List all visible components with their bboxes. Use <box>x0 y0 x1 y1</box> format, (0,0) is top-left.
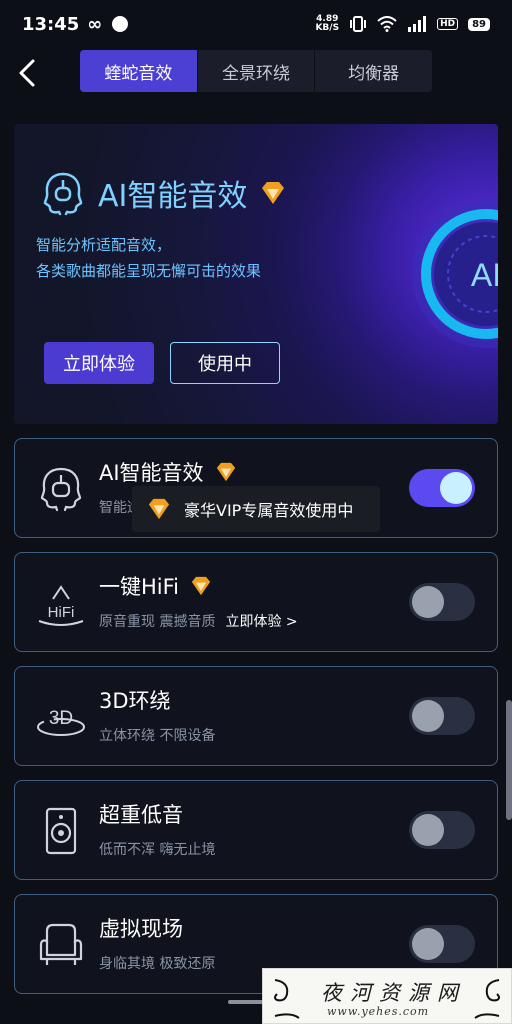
status-bar: 13:45 ∞ 4.89 KB/S HD 89 <box>0 0 512 48</box>
vip-diamond-icon <box>191 576 211 596</box>
effect-card-hifi[interactable]: HiFi 一键HiFi 原音重现 震撼音质 立即体验 > <box>14 552 498 652</box>
3d-surround-toggle[interactable] <box>409 697 475 735</box>
vip-diamond-icon <box>148 498 170 520</box>
speaker-icon <box>45 807 77 855</box>
signal-icon <box>408 16 427 32</box>
bass-toggle[interactable] <box>409 811 475 849</box>
card-subtitle-text: 原音重现 震撼音质 <box>99 614 216 630</box>
card-title: 超重低音 <box>99 799 183 829</box>
card-title: 虚拟现场 <box>99 913 183 943</box>
banner-desc-line2: 各类歌曲都能呈现无懈可击的效果 <box>36 262 262 280</box>
back-button[interactable] <box>10 56 44 90</box>
try-now-button[interactable]: 立即体验 <box>44 342 154 384</box>
chevron-left-icon <box>19 59 35 87</box>
chat-bubble-icon <box>112 16 129 32</box>
top-navigation: 蝰蛇音效 全景环绕 均衡器 <box>0 48 512 102</box>
banner-description: 智能分析适配音效， 各类歌曲都能呈现无懈可击的效果 <box>36 232 336 284</box>
hifi-icon: HiFi <box>38 585 84 626</box>
virtual-live-toggle[interactable] <box>409 925 475 963</box>
effect-card-3d[interactable]: 3D 3D环绕 立体环绕 不限设备 <box>14 666 498 766</box>
watermark: 夜河资源网 www.yehes.com <box>262 968 512 1024</box>
battery-icon: 89 <box>468 17 490 31</box>
toggle-knob <box>412 928 444 960</box>
tab-equalizer[interactable]: 均衡器 <box>315 50 432 92</box>
ai-effect-toggle[interactable] <box>409 469 475 507</box>
status-time: 13:45 <box>22 13 80 35</box>
card-title-text: AI智能音效 <box>99 461 204 485</box>
card-title: AI智能音效 <box>99 457 238 487</box>
try-now-link[interactable]: 立即体验 > <box>225 614 297 630</box>
card-title-text: 一键HiFi <box>99 575 180 599</box>
effect-tabs: 蝰蛇音效 全景环绕 均衡器 <box>80 50 432 92</box>
card-subtitle: 身临其境 极致还原 <box>99 956 216 972</box>
ai-orb-label: AI <box>471 257 498 293</box>
hd-badge: HD <box>437 18 459 30</box>
vip-diamond-icon <box>262 182 285 204</box>
card-title: 一键HiFi <box>99 571 213 601</box>
wifi-icon <box>377 16 397 32</box>
hifi-icon-label: HiFi <box>48 604 75 621</box>
card-subtitle: 立体环绕 不限设备 <box>99 728 216 744</box>
ai-head-icon <box>43 172 83 216</box>
watermark-title: 夜河资源网 <box>321 981 466 1005</box>
network-speed-unit: KB/S <box>315 23 340 33</box>
toggle-knob <box>412 814 444 846</box>
ornament-icon <box>474 979 500 1019</box>
scrollbar[interactable] <box>506 700 512 820</box>
card-subtitle: 原音重现 震撼音质 立即体验 > <box>99 611 298 631</box>
ai-head-icon <box>40 467 82 512</box>
armchair-icon <box>39 923 83 965</box>
banner-title-row: AI智能音效 <box>40 170 287 216</box>
toggle-knob <box>440 472 472 504</box>
ai-orb-icon: AI <box>412 200 498 348</box>
card-title-text: 超重低音 <box>99 803 183 827</box>
effect-card-bass[interactable]: 超重低音 低而不浑 嗨无止境 <box>14 780 498 880</box>
card-subtitle: 低而不浑 嗨无止境 <box>99 842 216 858</box>
card-title-text: 3D环绕 <box>99 689 171 713</box>
banner-desc-line1: 智能分析适配音效， <box>36 236 172 254</box>
tab-viper-effect[interactable]: 蝰蛇音效 <box>80 50 198 92</box>
hifi-toggle[interactable] <box>409 583 475 621</box>
infinity-icon: ∞ <box>87 13 103 35</box>
toggle-knob <box>412 700 444 732</box>
toggle-knob <box>412 586 444 618</box>
ornament-icon <box>274 979 300 1019</box>
vip-toast: 豪华VIP专属音效使用中 <box>132 486 380 532</box>
network-speed: 4.89 KB/S <box>315 15 339 33</box>
vibrate-icon <box>350 16 367 32</box>
banner-title: AI智能音效 <box>98 179 248 214</box>
vip-diamond-icon <box>216 462 235 482</box>
toast-text: 豪华VIP专属音效使用中 <box>184 501 354 520</box>
card-title: 3D环绕 <box>99 685 171 715</box>
card-title-text: 虚拟现场 <box>99 917 183 941</box>
in-use-button[interactable]: 使用中 <box>170 342 280 384</box>
3d-surround-icon: 3D <box>37 708 85 736</box>
watermark-url: www.yehes.com <box>327 1005 430 1018</box>
ai-effect-banner: AI智能音效 智能分析适配音效， 各类歌曲都能呈现无懈可击的效果 立即体验 使用… <box>14 124 498 424</box>
tab-panoramic-surround[interactable]: 全景环绕 <box>198 50 316 92</box>
